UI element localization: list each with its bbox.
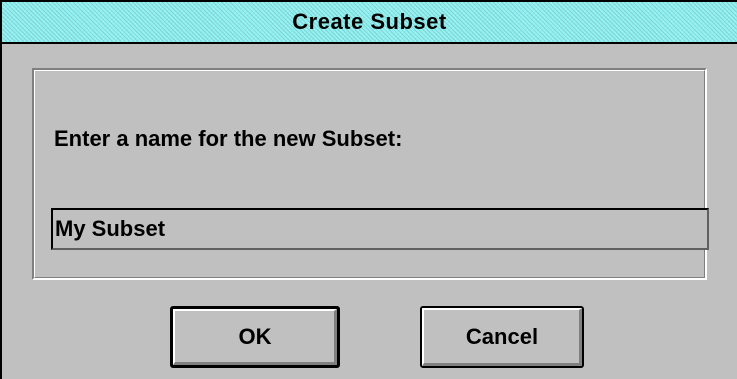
create-subset-dialog: Create Subset Enter a name for the new S… — [0, 0, 737, 379]
subset-name-prompt: Enter a name for the new Subset: — [54, 126, 403, 151]
cancel-button-label: Cancel — [465, 324, 539, 349]
subset-name-input[interactable] — [51, 208, 709, 250]
cancel-button[interactable]: Cancel — [420, 306, 584, 368]
ok-button-label: OK — [238, 324, 272, 349]
ok-button[interactable]: OK — [170, 306, 340, 368]
dialog-title: Create Subset — [292, 9, 447, 34]
subset-name-group: Enter a name for the new Subset: — [32, 68, 709, 280]
dialog-title-bar[interactable]: Create Subset — [2, 2, 737, 44]
